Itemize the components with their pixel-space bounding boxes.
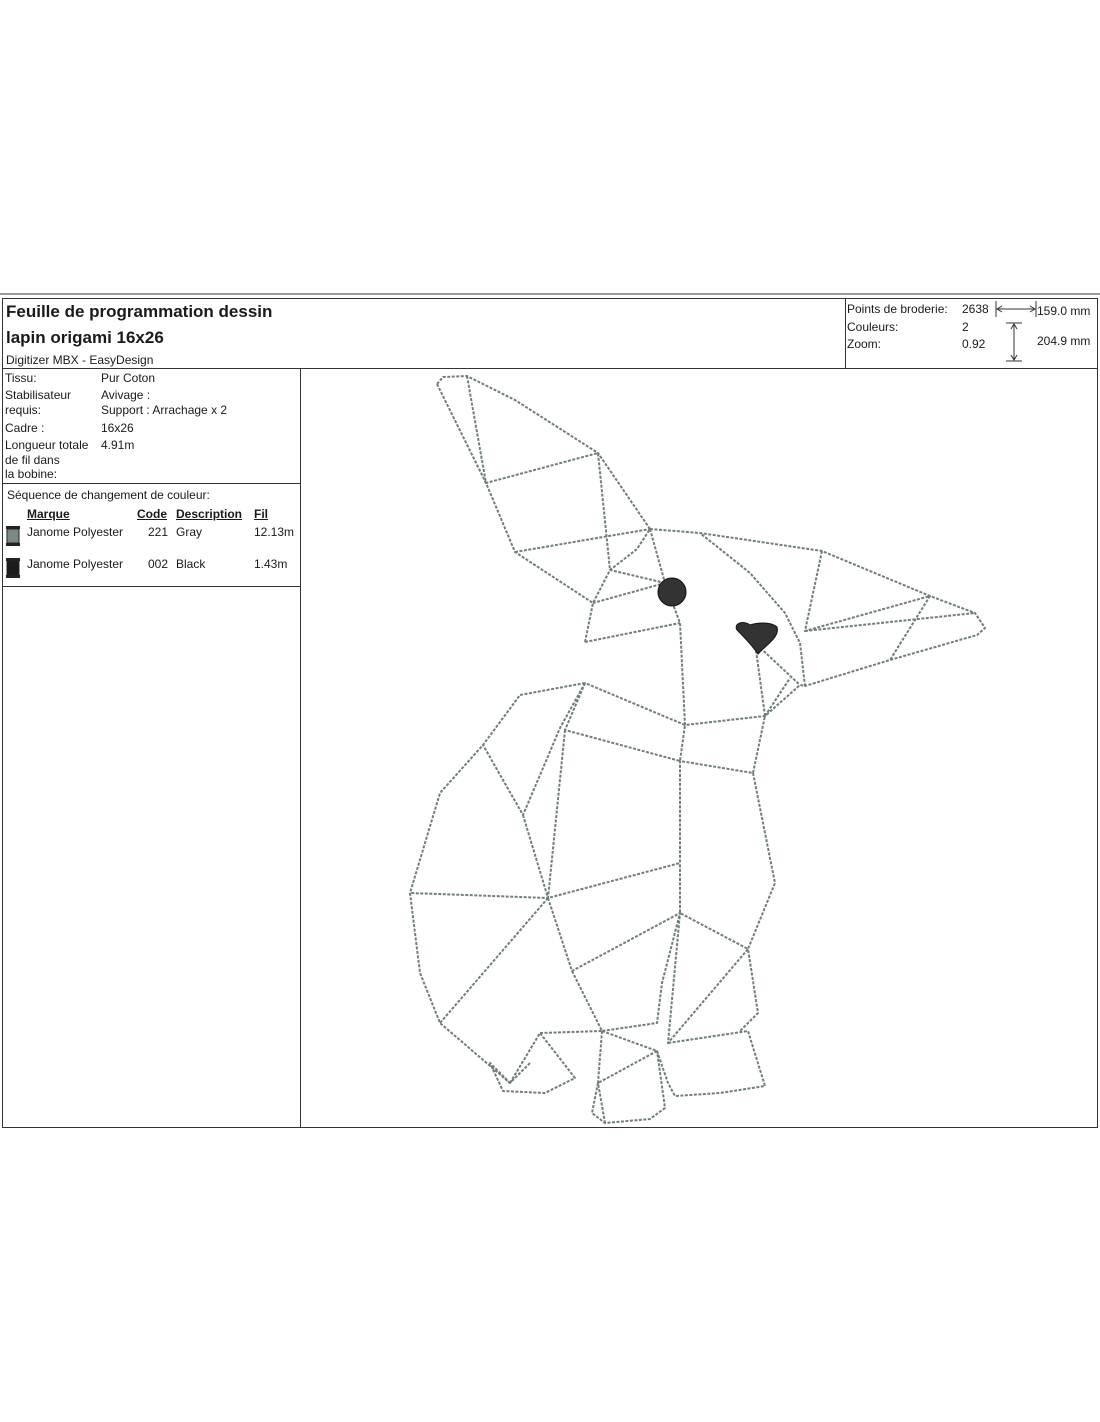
programming-sheet: Feuille de programmation dessin lapin or… xyxy=(0,293,1100,1128)
origami-rabbit-embroidery xyxy=(409,375,986,1124)
